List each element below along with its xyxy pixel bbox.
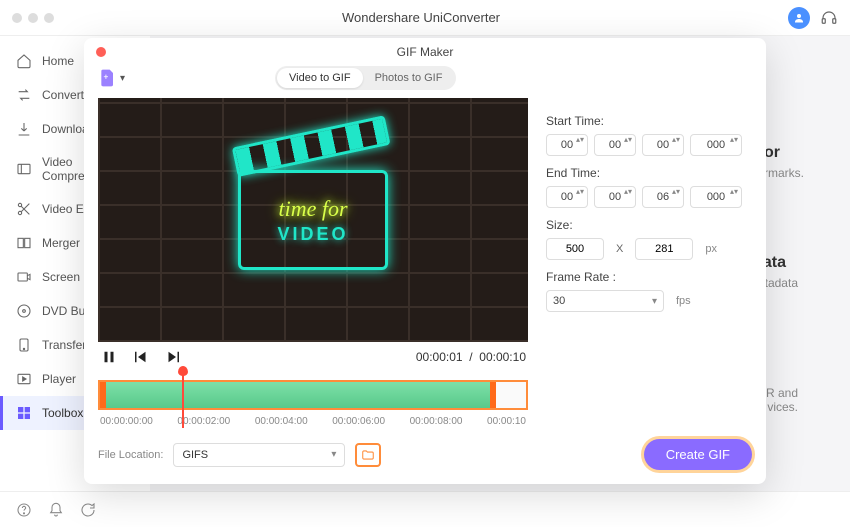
timeline-track[interactable] [98, 380, 528, 410]
end-ms-input[interactable]: 000▴▾ [690, 186, 742, 208]
sidebar-item-label: Transfer [42, 338, 86, 352]
file-location-label: File Location: [98, 449, 163, 461]
traffic-dot[interactable] [28, 13, 38, 23]
rate-unit: fps [676, 295, 691, 307]
bg-text: ata [763, 254, 786, 272]
chevron-down-icon: ▾ [120, 73, 125, 84]
traffic-dot[interactable] [44, 13, 54, 23]
time-display: 00:00:01 / 00:00:10 [416, 350, 526, 364]
toolbox-icon [16, 405, 32, 421]
settings-panel: Start Time: 00▴▾ 00▴▾ 00▴▾ 000▴▾ End Tim… [546, 98, 752, 427]
pause-button[interactable] [100, 348, 118, 366]
modal-title: GIF Maker [397, 45, 454, 59]
download-icon [16, 121, 32, 137]
support-icon[interactable] [820, 9, 838, 27]
help-icon[interactable] [16, 502, 32, 518]
end-hh-input[interactable]: 00▴▾ [546, 186, 588, 208]
video-preview[interactable]: time for VIDEO [98, 98, 528, 342]
frame-rate-label: Frame Rate : [546, 270, 752, 284]
preview-text-2: VIDEO [277, 224, 348, 245]
height-input[interactable] [635, 238, 693, 260]
record-icon [16, 269, 32, 285]
avatar[interactable] [788, 7, 810, 29]
start-ms-input[interactable]: 000▴▾ [690, 134, 742, 156]
playback-controls: 00:00:01 / 00:00:10 [98, 342, 528, 372]
step-back-button[interactable] [132, 348, 150, 366]
transfer-icon [16, 337, 32, 353]
folder-icon [361, 448, 375, 462]
chevron-down-icon: ▾ [331, 449, 336, 460]
size-label: Size: [546, 218, 752, 232]
create-gif-button[interactable]: Create GIF [644, 439, 752, 470]
bg-text: rmarks. [764, 166, 804, 180]
titlebar: Wondershare UniConverter [0, 0, 850, 36]
trim-handle-right[interactable] [490, 382, 496, 408]
bg-text: R and [766, 386, 798, 400]
start-hh-input[interactable]: 00▴▾ [546, 134, 588, 156]
sidebar-item-label: Toolbox [42, 406, 83, 420]
statusbar [0, 491, 850, 527]
tab-video-to-gif[interactable]: Video to GIF [277, 68, 363, 88]
bg-text: tadata [765, 276, 798, 290]
frame-rate-select[interactable]: 30▾ [546, 290, 664, 312]
window-controls[interactable] [12, 13, 54, 23]
preview-text-1: time for [278, 196, 347, 222]
start-time-label: Start Time: [546, 114, 752, 128]
file-location-select[interactable]: GIFS▾ [173, 443, 345, 467]
modal-header: GIF Maker [84, 38, 766, 66]
size-unit: px [705, 243, 717, 255]
width-input[interactable] [546, 238, 604, 260]
sidebar-item-label: Merger [42, 236, 80, 250]
sidebar-item-label: Player [42, 372, 76, 386]
scissors-icon [16, 201, 32, 217]
preview-panel: time for VIDEO 00:00:01 / 00:00:10 [98, 98, 528, 427]
timeline[interactable]: 00:00:00:0000:00:02:0000:00:04:0000:00:0… [98, 380, 528, 427]
add-file-icon [98, 68, 118, 88]
end-ss-input[interactable]: 06▴▾ [642, 186, 684, 208]
size-x: X [616, 243, 623, 255]
start-ss-input[interactable]: 00▴▾ [642, 134, 684, 156]
clip-range[interactable] [104, 382, 494, 408]
step-forward-button[interactable] [164, 348, 182, 366]
bg-text: vices. [767, 400, 798, 414]
converter-icon [16, 87, 32, 103]
home-icon [16, 53, 32, 69]
compress-icon [16, 161, 32, 177]
end-time-label: End Time: [546, 166, 752, 180]
sidebar-item-label: Home [42, 54, 74, 68]
chevron-down-icon: ▾ [652, 296, 657, 307]
merger-icon [16, 235, 32, 251]
traffic-dot[interactable] [12, 13, 22, 23]
trim-handle-left[interactable] [100, 382, 106, 408]
dvd-icon [16, 303, 32, 319]
end-mm-input[interactable]: 00▴▾ [594, 186, 636, 208]
player-icon [16, 371, 32, 387]
bg-text: or [764, 144, 780, 162]
bell-icon[interactable] [48, 502, 64, 518]
add-media-button[interactable]: ▾ [98, 68, 125, 88]
tab-photos-to-gif[interactable]: Photos to GIF [363, 68, 455, 88]
app-title: Wondershare UniConverter [54, 10, 788, 25]
open-folder-button[interactable] [355, 443, 381, 467]
close-button[interactable] [96, 47, 106, 57]
mode-segmented: Video to GIF Photos to GIF [275, 66, 456, 90]
gif-maker-modal: GIF Maker ▾ Video to GIF Photos to GIF t… [84, 38, 766, 484]
modal-footer: File Location: GIFS▾ Create GIF [98, 439, 752, 470]
feedback-icon[interactable] [80, 502, 96, 518]
playhead[interactable] [182, 372, 184, 428]
time-ruler: 00:00:00:0000:00:02:0000:00:04:0000:00:0… [98, 416, 528, 427]
start-mm-input[interactable]: 00▴▾ [594, 134, 636, 156]
